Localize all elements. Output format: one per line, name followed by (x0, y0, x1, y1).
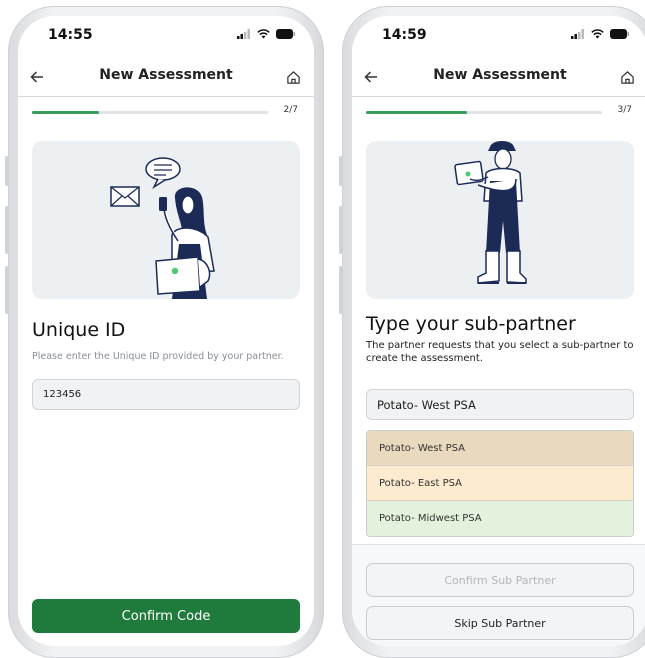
phone-side-button (5, 266, 8, 314)
wifi-icon (591, 29, 604, 39)
dropdown-option[interactable]: Potato- East PSA (367, 466, 633, 501)
status-icons (571, 29, 630, 39)
step-counter: 3/7 (617, 105, 632, 115)
farmer-with-tablet-illustration (454, 141, 527, 284)
page-heading: Type your sub-partner (366, 313, 576, 335)
step-progress-bar (32, 111, 268, 114)
home-icon (620, 70, 634, 84)
step-counter: 2/7 (283, 105, 298, 115)
phone-side-button (339, 156, 342, 186)
home-icon (286, 70, 300, 84)
skip-sub-partner-button[interactable]: Skip Sub Partner (366, 606, 634, 640)
screen-sub-partner: 14:59 New Assessment 3/7 Type your sub-p… (352, 16, 645, 646)
page-heading: Unique ID (32, 319, 126, 341)
wifi-icon (257, 29, 270, 39)
cellular-signal-icon (571, 29, 584, 39)
top-nav-bar: New Assessment (18, 58, 314, 97)
home-button[interactable] (282, 66, 304, 88)
illustration-panel (32, 141, 300, 299)
step-progress-bar (366, 111, 602, 114)
step-progress-fill (32, 111, 100, 114)
dropdown-option[interactable]: Potato- Midwest PSA (367, 501, 633, 536)
top-nav-bar: New Assessment (352, 58, 645, 97)
status-time: 14:59 (382, 27, 427, 43)
battery-icon (276, 29, 295, 39)
illustration-panel (366, 141, 634, 299)
phone-side-button (339, 266, 342, 314)
phone-side-button (5, 206, 8, 254)
bottom-action-panel: Confirm Sub Partner Skip Sub Partner (352, 544, 645, 646)
phone-side-button (339, 206, 342, 254)
woman-with-phone-laptop-illustration (110, 157, 215, 299)
cellular-signal-icon (237, 29, 250, 39)
screen-unique-id: 14:55 New Assessment 2/7 Unique ID Pleas… (18, 16, 314, 646)
page-title: New Assessment (99, 67, 233, 83)
phone-frame-left: 14:55 New Assessment 2/7 Unique ID Pleas… (5, 6, 324, 658)
unique-id-input[interactable]: 123456 (32, 379, 300, 410)
sub-partner-input[interactable]: Potato- West PSA (366, 389, 634, 420)
status-icons (237, 29, 296, 39)
status-bar: 14:59 (352, 16, 645, 58)
helper-text: Please enter the Unique ID provided by y… (32, 351, 284, 362)
confirm-code-button[interactable]: Confirm Code (32, 599, 300, 633)
dropdown-option[interactable]: Potato- West PSA (367, 431, 633, 466)
page-title: New Assessment (433, 67, 567, 83)
home-button[interactable] (616, 66, 638, 88)
status-time: 14:55 (48, 27, 93, 43)
helper-text: The partner requests that you select a s… (366, 340, 634, 364)
confirm-sub-partner-button[interactable]: Confirm Sub Partner (366, 563, 634, 597)
phone-frame-right: 14:59 New Assessment 3/7 Type your sub-p… (339, 6, 645, 658)
step-progress-fill (366, 111, 468, 114)
battery-icon (610, 29, 629, 39)
sub-partner-dropdown: Potato- West PSA Potato- East PSA Potato… (366, 430, 634, 537)
status-bar: 14:55 (18, 16, 314, 58)
phone-side-button (5, 156, 8, 186)
